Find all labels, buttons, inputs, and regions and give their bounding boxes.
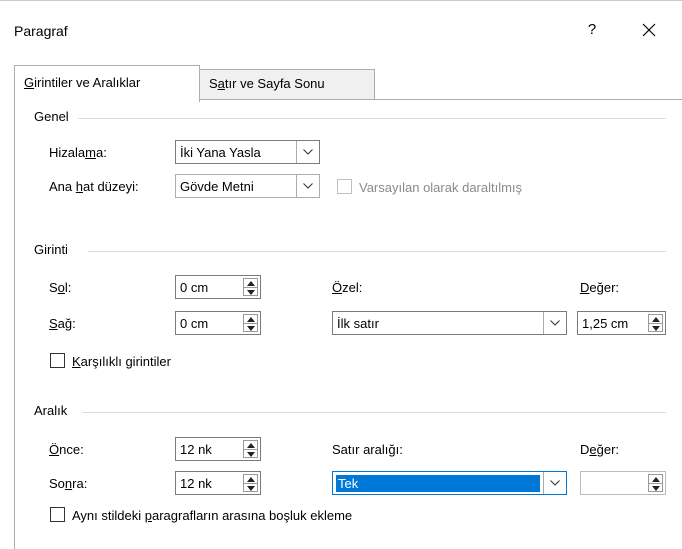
alignment-dropdown-button[interactable]	[296, 141, 319, 163]
outline-level-label: Ana hat düzeyi:	[49, 179, 139, 194]
tab-line-page-breaks[interactable]: Satır ve Sayfa Sonu	[200, 69, 375, 100]
left-indent-label: Sol:	[49, 280, 72, 295]
paragraph-dialog: Paragraf ? Girintiler ve Aralıklar Satır…	[0, 0, 682, 549]
space-before-spinner[interactable]	[243, 440, 258, 458]
tab-indents-spacing[interactable]: Girintiler ve Aralıklar	[14, 65, 200, 102]
indent-by-spinner[interactable]	[648, 314, 663, 332]
right-indent-spinner[interactable]	[243, 314, 258, 332]
group-title-spacing: Aralık	[34, 403, 76, 418]
no-space-same-style-label: Aynı stildeki paragrafların arasına boşl…	[72, 508, 353, 523]
right-indent-label: Sağ:	[49, 316, 76, 331]
chevron-down-icon	[303, 183, 313, 189]
title-bar: Paragraf ?	[0, 1, 682, 59]
spin-up-icon	[652, 477, 660, 482]
group-divider	[82, 412, 666, 413]
group-divider	[78, 118, 666, 119]
help-button[interactable]: ?	[575, 15, 609, 45]
spin-up-icon	[652, 317, 660, 322]
spin-down-icon	[247, 326, 255, 331]
left-indent-spinner[interactable]	[243, 278, 258, 296]
spin-up-icon	[247, 477, 255, 482]
group-title-general: Genel	[34, 109, 77, 124]
collapsed-default-checkbox[interactable]	[337, 179, 352, 194]
indent-by-label: Değer:	[580, 280, 620, 295]
line-spacing-dropdown-button[interactable]	[543, 472, 566, 494]
special-indent-value: İlk satır	[337, 316, 379, 331]
indent-by-value: 1,25 cm	[582, 316, 629, 331]
outline-level-select[interactable]: Gövde Metni	[175, 174, 320, 198]
spin-up-icon	[247, 443, 255, 448]
line-spacing-value: Tek	[336, 475, 540, 492]
special-dropdown-button[interactable]	[543, 312, 566, 334]
chevron-down-icon	[550, 480, 560, 486]
group-title-indent: Girinti	[34, 242, 76, 257]
space-before-label: Önce:	[49, 442, 84, 457]
dialog-title: Paragraf	[14, 23, 68, 39]
chevron-down-icon	[303, 149, 313, 155]
spin-down-icon	[247, 452, 255, 457]
right-indent-input[interactable]: 0 cm	[175, 311, 261, 335]
special-indent-label: Özel:	[332, 280, 363, 295]
group-divider	[88, 251, 666, 252]
spacing-at-spinner[interactable]	[648, 474, 663, 492]
spin-up-icon	[247, 281, 255, 286]
alignment-label: Hizalama:	[49, 145, 107, 160]
mirror-indents-checkbox[interactable]	[50, 353, 65, 368]
collapsed-default-label: Varsayılan olarak daraltılmış	[359, 180, 523, 195]
indent-by-input[interactable]: 1,25 cm	[577, 311, 666, 335]
spin-up-icon	[247, 317, 255, 322]
space-after-input[interactable]: 12 nk	[175, 471, 261, 495]
close-button[interactable]	[629, 13, 669, 47]
spin-down-icon	[652, 486, 660, 491]
alignment-value: İki Yana Yasla	[180, 145, 261, 160]
chevron-down-icon	[550, 320, 560, 326]
spin-down-icon	[652, 326, 660, 331]
space-after-label: Sonra:	[49, 476, 88, 491]
space-before-value: 12 nk	[180, 442, 212, 457]
close-icon	[642, 23, 656, 37]
left-indent-value: 0 cm	[180, 280, 209, 295]
alignment-select[interactable]: İki Yana Yasla	[175, 140, 320, 164]
special-indent-select[interactable]: İlk satır	[332, 311, 567, 335]
line-spacing-label: Satır aralığı:	[332, 442, 403, 457]
spacing-at-label: Değer:	[580, 442, 620, 457]
right-indent-value: 0 cm	[180, 316, 209, 331]
spin-down-icon	[247, 486, 255, 491]
space-after-value: 12 nk	[180, 476, 212, 491]
outline-level-value: Gövde Metni	[180, 179, 254, 194]
mirror-indents-label: Karşılıklı girintiler	[72, 354, 171, 369]
space-before-input[interactable]: 12 nk	[175, 437, 261, 461]
left-indent-input[interactable]: 0 cm	[175, 275, 261, 299]
space-after-spinner[interactable]	[243, 474, 258, 492]
outline-dropdown-button[interactable]	[296, 175, 319, 197]
spacing-at-input[interactable]	[580, 471, 666, 495]
no-space-same-style-checkbox[interactable]	[50, 507, 65, 522]
spin-down-icon	[247, 290, 255, 295]
line-spacing-select[interactable]: Tek	[332, 471, 567, 495]
